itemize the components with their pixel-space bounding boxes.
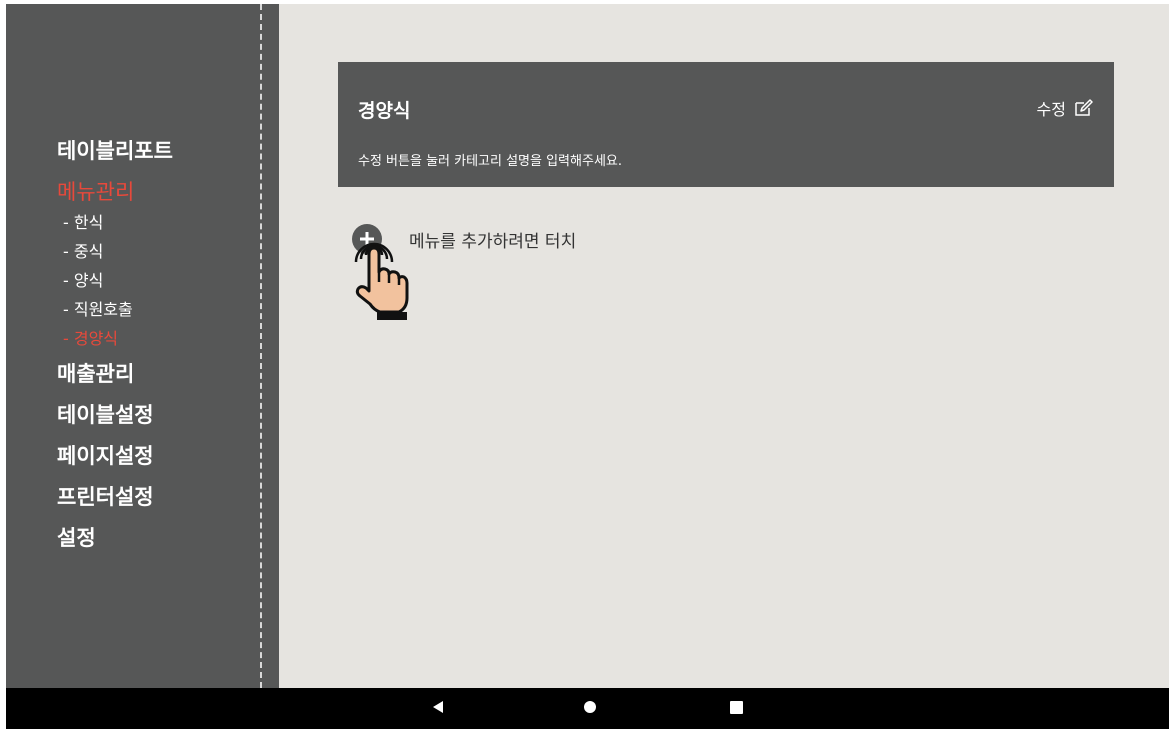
category-header: 경양식 수정 버튼을 눌러 카테고리 설명을 입력해주세요. 수정 [338, 62, 1114, 187]
back-button[interactable] [418, 688, 458, 729]
edit-label: 수정 [1036, 100, 1066, 119]
tap-hand-icon [344, 230, 414, 324]
sidebar-nav: 테이블리포트 메뉴관리 - 한식 - 중식 - 양식 - 직원호출 - 경양식 … [57, 136, 257, 564]
edit-button[interactable]: 수정 [1037, 96, 1094, 120]
add-menu-label: 메뉴를 추가하려면 터치 [409, 231, 577, 252]
edit-icon [1074, 99, 1094, 117]
category-title: 경양식 [358, 100, 411, 122]
back-icon [432, 699, 444, 718]
sidebar: 테이블리포트 메뉴관리 - 한식 - 중식 - 양식 - 직원호출 - 경양식 … [6, 4, 279, 688]
submenu-item-staff-call[interactable]: - 직원호출 [63, 295, 257, 324]
sidebar-item-sales-management[interactable]: 매출관리 [57, 359, 257, 400]
sidebar-item-table-settings[interactable]: 테이블설정 [57, 400, 257, 441]
submenu-item-western[interactable]: - 양식 [63, 266, 257, 295]
submenu-item-korean[interactable]: - 한식 [63, 208, 257, 237]
sidebar-divider [260, 4, 262, 688]
recents-button[interactable] [716, 688, 756, 729]
app-screen: 테이블리포트 메뉴관리 - 한식 - 중식 - 양식 - 직원호출 - 경양식 … [6, 4, 1169, 729]
sidebar-item-table-report[interactable]: 테이블리포트 [57, 136, 257, 177]
home-icon [583, 699, 597, 718]
sidebar-item-printer-settings[interactable]: 프린터설정 [57, 482, 257, 523]
submenu-item-light-western[interactable]: - 경양식 [63, 324, 257, 353]
submenu-item-chinese[interactable]: - 중식 [63, 237, 257, 266]
recents-icon [729, 699, 743, 718]
home-button[interactable] [570, 688, 610, 729]
category-description: 수정 버튼을 눌러 카테고리 설명을 입력해주세요. [358, 154, 622, 169]
sidebar-item-settings[interactable]: 설정 [57, 523, 257, 564]
sidebar-item-page-settings[interactable]: 페이지설정 [57, 441, 257, 482]
submenu-list: - 한식 - 중식 - 양식 - 직원호출 - 경양식 [63, 208, 257, 353]
android-nav-bar [6, 688, 1169, 729]
